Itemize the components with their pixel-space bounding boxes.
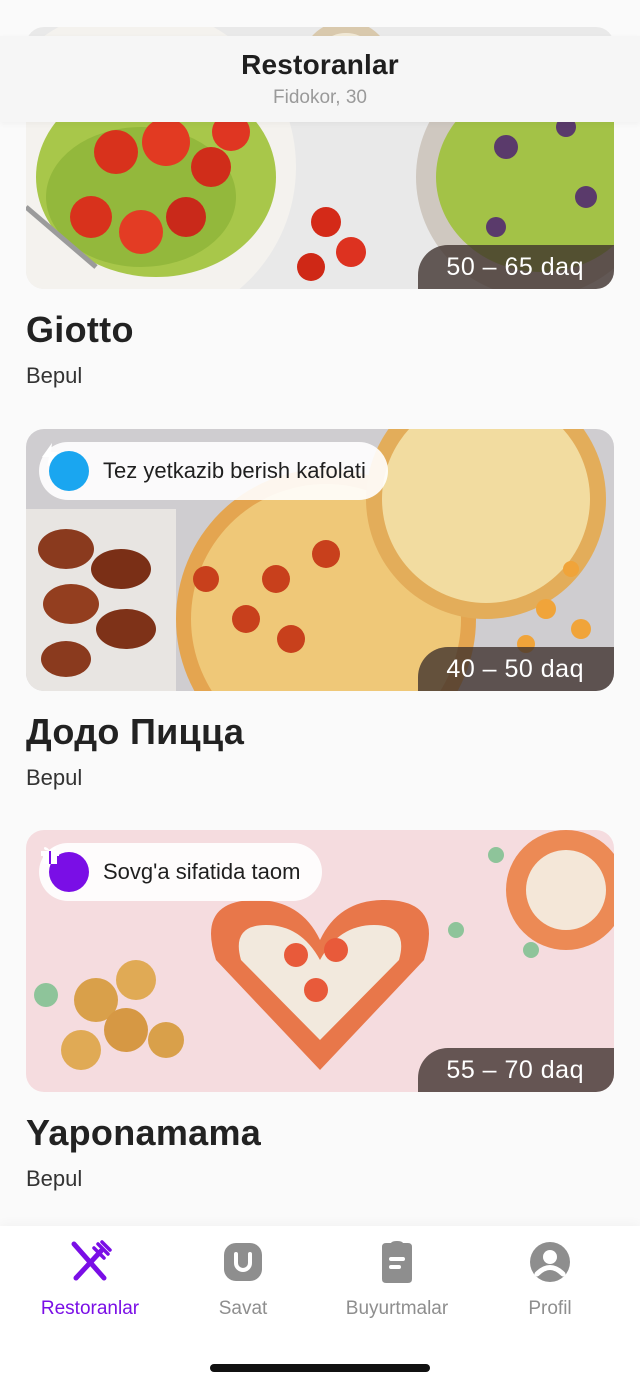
restaurant-photo: Tez yetkazib berish kafolati 40 – 50 daq bbox=[26, 429, 614, 691]
promo-badge: Sovg'a sifatida taom bbox=[39, 843, 323, 901]
delivery-address[interactable]: Fidokor, 30 bbox=[0, 87, 640, 109]
top-header: Restoranlar Fidokor, 30 bbox=[0, 36, 640, 122]
tab-label: Profil bbox=[528, 1298, 572, 1319]
home-indicator[interactable] bbox=[210, 1364, 430, 1372]
restaurant-name: Giotto bbox=[26, 309, 134, 350]
tab-label: Savat bbox=[218, 1298, 268, 1319]
restaurant-photo: Sovg'a sifatida taom 55 – 70 daq bbox=[26, 830, 614, 1092]
bottom-tab-bar: Restoranlar Savat Buyurtmalar Profil bbox=[0, 1226, 640, 1386]
page-title: Restoranlar bbox=[241, 49, 399, 80]
tab-label: Buyurtmalar bbox=[345, 1298, 449, 1319]
receipt-icon bbox=[382, 1241, 412, 1283]
lightning-icon bbox=[42, 443, 89, 491]
promo-label: Sovg'a sifatida taom bbox=[103, 859, 301, 884]
delivery-time-badge: 40 – 50 daq bbox=[418, 647, 614, 691]
user-icon bbox=[530, 1242, 570, 1282]
delivery-time-badge: 55 – 70 daq bbox=[418, 1048, 614, 1092]
tab-restoranlar[interactable]: Restoranlar bbox=[10, 1240, 170, 1320]
tab-profil[interactable]: Profil bbox=[470, 1240, 630, 1320]
delivery-fee: Bepul bbox=[26, 765, 83, 790]
gift-icon bbox=[41, 847, 89, 892]
tab-savat[interactable]: Savat bbox=[163, 1240, 323, 1320]
delivery-fee: Bepul bbox=[26, 1166, 83, 1191]
tab-buyurtmalar[interactable]: Buyurtmalar bbox=[317, 1240, 477, 1320]
promo-badge: Tez yetkazib berish kafolati bbox=[39, 442, 388, 500]
restaurant-name: Yaponamama bbox=[26, 1112, 262, 1153]
restaurant-name: Додо Пицца bbox=[26, 711, 245, 752]
restaurant-card-dodo-pizza[interactable]: Tez yetkazib berish kafolati 40 – 50 daq… bbox=[26, 429, 614, 791]
promo-label: Tez yetkazib berish kafolati bbox=[103, 458, 366, 483]
basket-icon bbox=[224, 1243, 262, 1281]
tab-label: Restoranlar bbox=[40, 1298, 140, 1319]
restaurant-card-yaponamama[interactable]: Sovg'a sifatida taom 55 – 70 daq Yaponam… bbox=[26, 830, 614, 1192]
delivery-time-badge: 50 – 65 daq bbox=[418, 245, 614, 289]
fork-knife-icon bbox=[71, 1240, 112, 1281]
delivery-fee: Bepul bbox=[26, 363, 83, 388]
